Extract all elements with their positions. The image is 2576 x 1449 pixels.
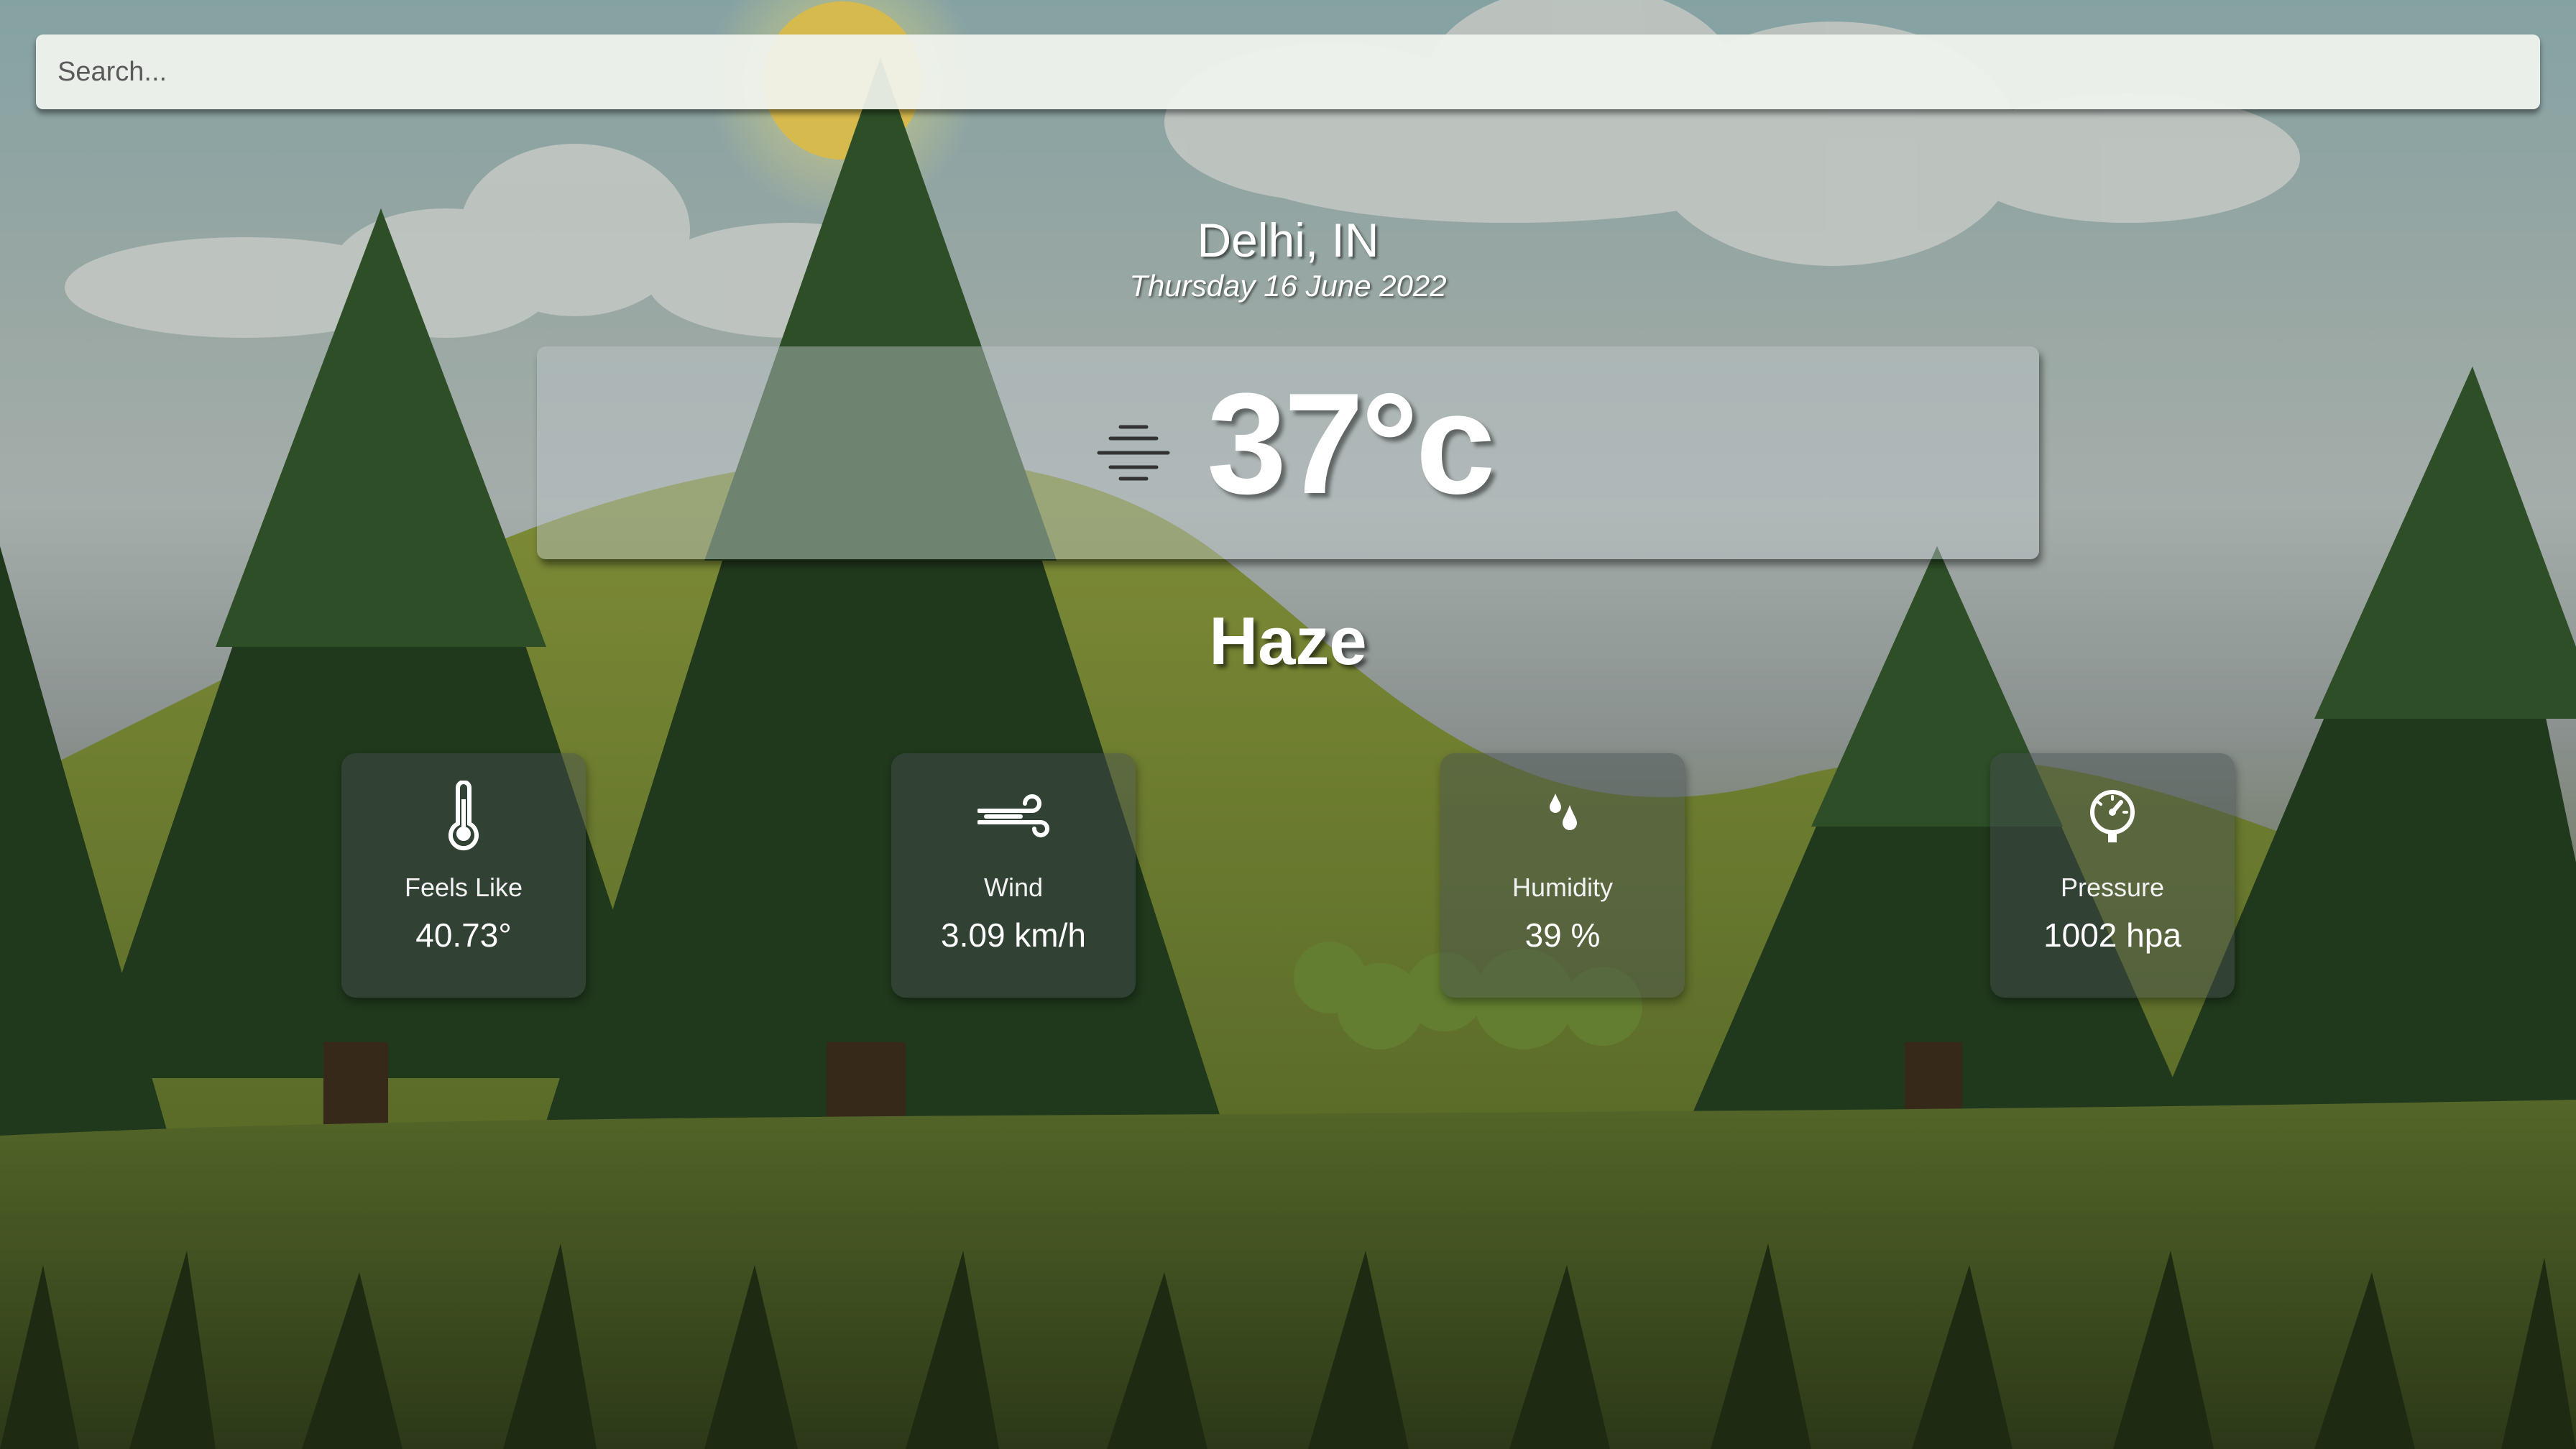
pressure-gauge-icon — [2090, 790, 2135, 842]
stat-label: Wind — [983, 873, 1044, 902]
haze-icon — [1097, 425, 1170, 481]
search-bar[interactable] — [36, 34, 2540, 109]
location-name: Delhi, IN — [1197, 213, 1379, 267]
wind-icon — [978, 794, 1049, 837]
stat-label: Pressure — [2060, 873, 2165, 902]
temperature-value: 37°c — [1207, 364, 1496, 524]
stat-label: Feels Like — [404, 873, 523, 902]
stat-value: 3.09 km/h — [941, 916, 1086, 954]
search-input[interactable] — [36, 34, 2540, 109]
stat-label: Humidity — [1512, 873, 1614, 902]
feels-like-card: Feels Like 40.73° — [341, 753, 586, 998]
weather-condition: Haze — [1209, 603, 1367, 678]
humidity-icon — [1550, 794, 1577, 830]
thermometer-icon — [448, 781, 479, 851]
stat-value: 39 % — [1524, 916, 1601, 954]
humidity-card: Humidity 39 % — [1440, 753, 1685, 998]
stat-value: 40.73° — [415, 916, 512, 954]
stat-value: 1002 hpa — [2043, 916, 2181, 954]
pressure-card: Pressure 1002 hpa — [1990, 753, 2235, 998]
current-date: Thursday 16 June 2022 — [1129, 269, 1447, 303]
temperature-card: 37°c — [537, 346, 2039, 559]
wind-card: Wind 3.09 km/h — [891, 753, 1136, 998]
